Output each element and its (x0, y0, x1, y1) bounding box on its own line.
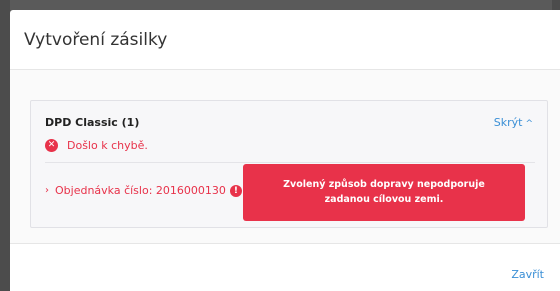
close-button[interactable]: Zavřít (511, 268, 544, 281)
order-label: Objednávka číslo: 2016000130 (55, 184, 226, 197)
modal-header: Vytvoření zásilky (10, 10, 560, 70)
create-shipment-modal: Vytvoření zásilky DPD Classic (1) Skrýt ^… (10, 10, 560, 291)
exclamation-circle-icon[interactable]: ! (229, 184, 242, 197)
error-tooltip: Zvolený způsob dopravy nepodporuje zadan… (243, 164, 525, 221)
hide-label: Skrýt (493, 116, 523, 129)
order-row[interactable]: › Objednávka číslo: 2016000130 ! (45, 184, 250, 197)
modal-title: Vytvoření zásilky (24, 30, 168, 50)
carrier-name: DPD Classic (1) (45, 116, 140, 129)
error-circle-icon: ✕ (45, 139, 58, 152)
modal-backdrop (0, 0, 10, 291)
chevron-right-icon: › (45, 185, 49, 196)
divider (45, 162, 535, 163)
modal-body: DPD Classic (1) Skrýt ^ ✕ Došlo k chybě. … (10, 70, 560, 243)
hide-button[interactable]: Skrýt ^ (494, 116, 533, 129)
error-message: ✕ Došlo k chybě. (45, 139, 148, 152)
chevron-up-icon: ^ (525, 119, 533, 129)
error-text: Došlo k chybě. (67, 139, 148, 152)
modal-footer: Zavřít (10, 243, 560, 291)
